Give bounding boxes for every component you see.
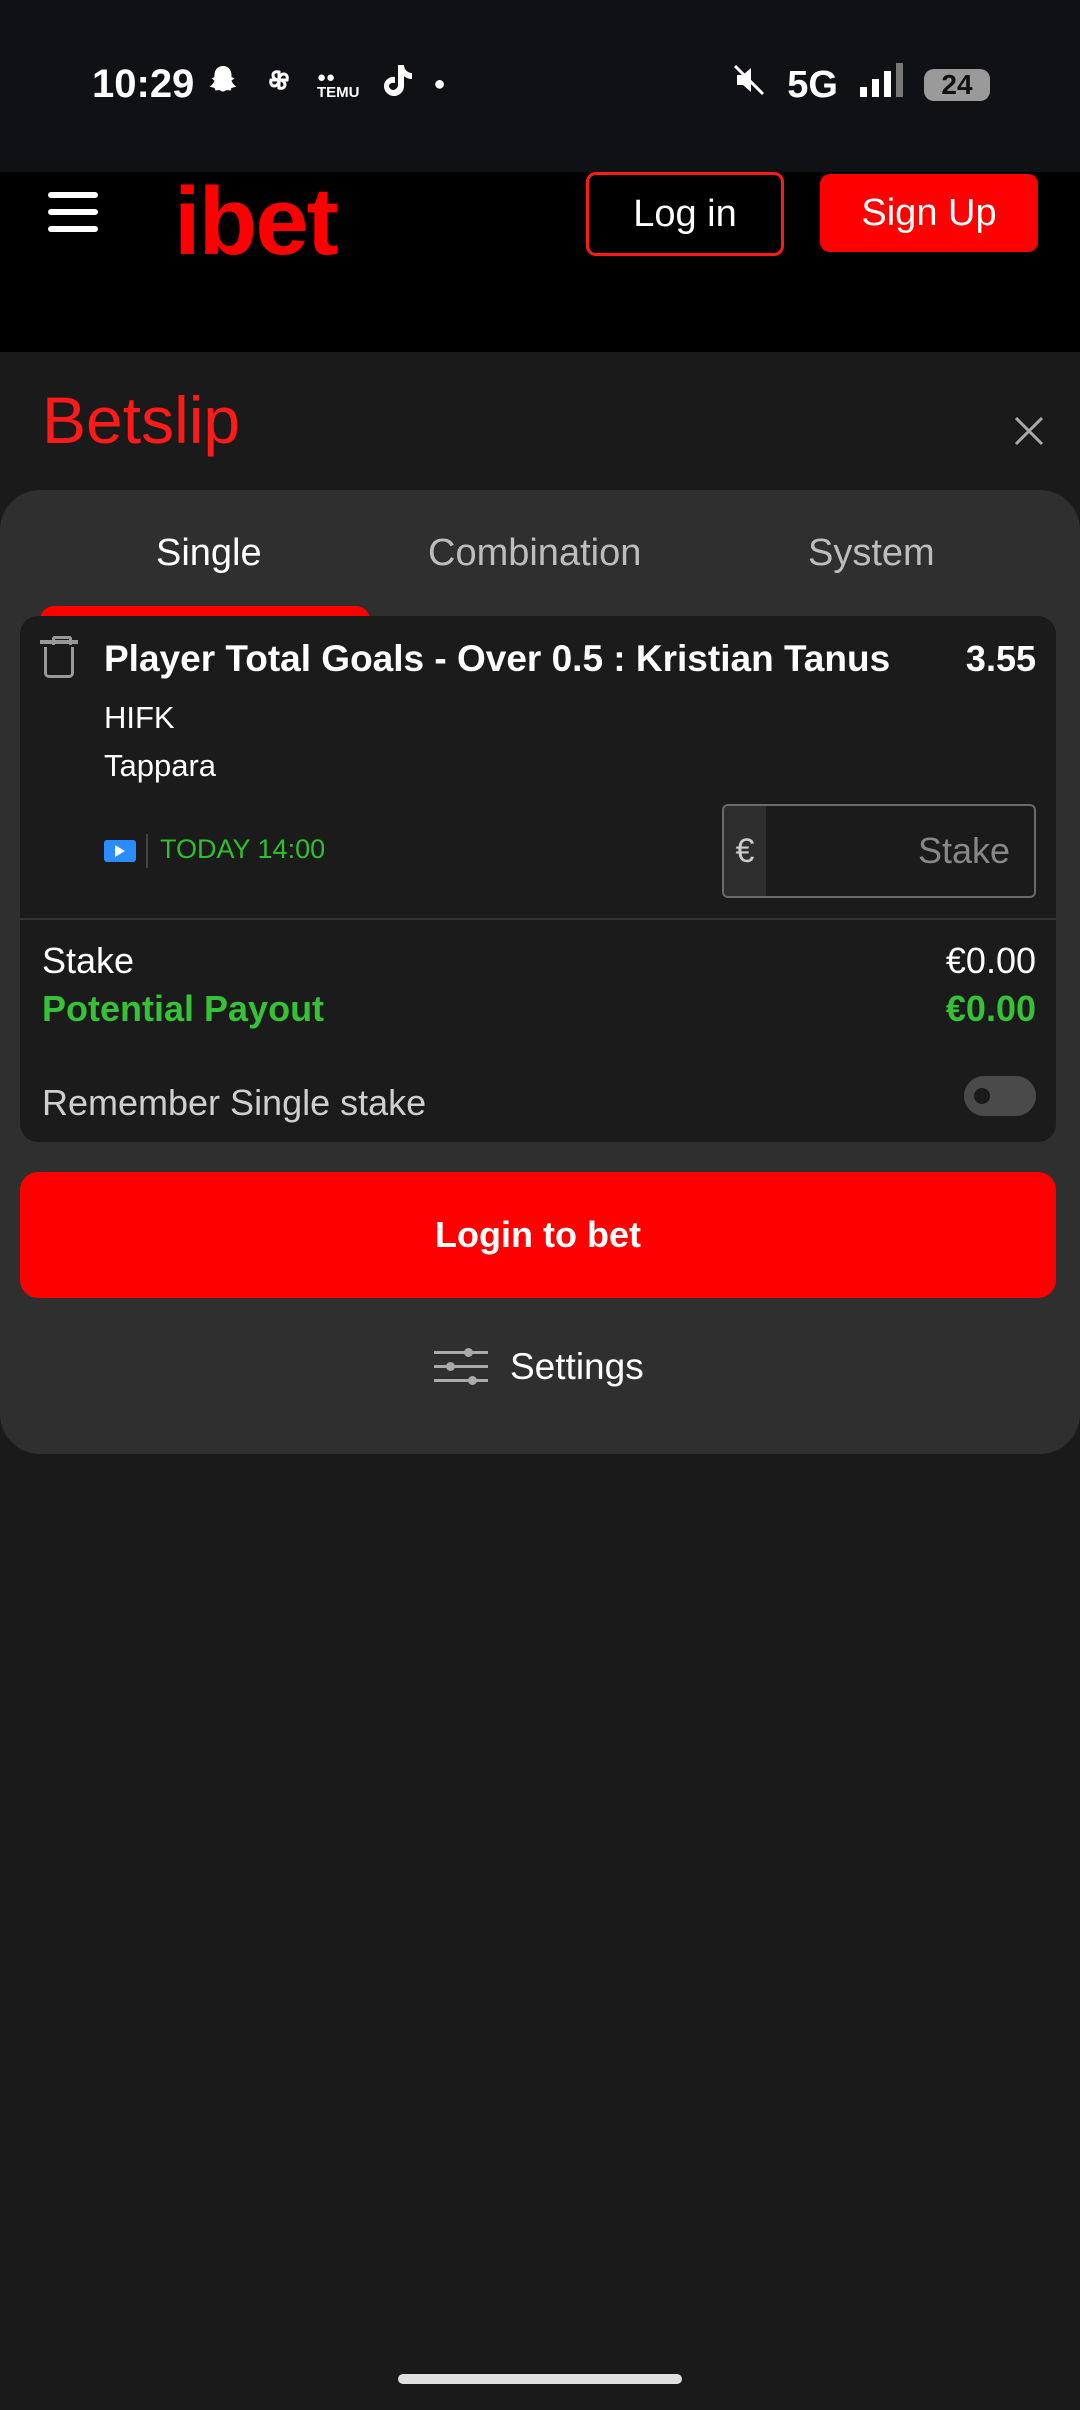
login-to-bet-button[interactable]: Login to bet — [20, 1172, 1056, 1298]
betslip-panel: Single Combination System Player Total G… — [0, 490, 1080, 1454]
payout-label: Potential Payout — [42, 988, 325, 1029]
signal-icon — [858, 63, 904, 107]
remember-stake-label: Remember Single stake — [42, 1082, 427, 1123]
menu-icon[interactable] — [48, 192, 98, 232]
stake-label: Stake — [42, 940, 135, 981]
away-team: Tappara — [104, 748, 217, 783]
network-type: 5G — [787, 63, 838, 106]
close-icon[interactable] — [1014, 400, 1044, 458]
sliders-icon — [434, 1347, 488, 1387]
signup-button[interactable]: Sign Up — [820, 174, 1038, 252]
selection-odds: 3.55 — [965, 638, 1036, 679]
stake-input[interactable] — [766, 806, 1010, 896]
snapchat-icon — [205, 62, 241, 107]
selection-name: Player Total Goals - Over 0.5 : Kristian… — [104, 638, 891, 679]
bet-selection-card: Player Total Goals - Over 0.5 : Kristian… — [20, 616, 1056, 1142]
tab-combination[interactable]: Combination — [428, 532, 641, 575]
notification-icons: ●● TEMU ● — [205, 62, 446, 107]
card-divider — [20, 918, 1056, 920]
home-team: HIFK — [104, 700, 175, 735]
battery-icon: 24 — [924, 69, 990, 101]
brand-logo[interactable]: ibet — [174, 167, 339, 277]
payout-value: €0.00 — [945, 988, 1036, 1029]
mute-icon — [731, 62, 767, 108]
status-bar: 10:29 ●● TEMU ● 5G 24 — [0, 0, 1080, 172]
tab-single[interactable]: Single — [156, 532, 262, 575]
system-status: 5G 24 — [731, 62, 990, 108]
pinwheel-icon — [261, 62, 297, 107]
home-indicator[interactable] — [398, 2374, 682, 2384]
trash-icon[interactable] — [40, 636, 78, 678]
app-header: ibet Log in Sign Up — [0, 168, 1080, 352]
settings-label: Settings — [510, 1346, 644, 1387]
status-time: 10:29 — [92, 62, 195, 106]
dot-icon: ● — [433, 73, 446, 95]
login-button[interactable]: Log in — [586, 172, 784, 256]
divider — [146, 834, 148, 868]
stake-input-box[interactable]: € — [722, 804, 1036, 898]
remember-stake-toggle[interactable] — [964, 1076, 1036, 1116]
betslip-title: Betslip — [42, 383, 241, 457]
bet-type-tabs: Single Combination System — [0, 490, 1080, 620]
tab-system[interactable]: System — [808, 532, 935, 575]
match-time: TODAY 14:00 — [160, 834, 326, 864]
temu-icon: ●● TEMU — [317, 68, 360, 101]
settings-button[interactable]: Settings — [434, 1346, 644, 1388]
stake-value: €0.00 — [945, 940, 1036, 981]
currency-symbol: € — [724, 806, 766, 896]
tiktok-icon — [380, 62, 414, 107]
live-stream-icon — [104, 840, 136, 862]
